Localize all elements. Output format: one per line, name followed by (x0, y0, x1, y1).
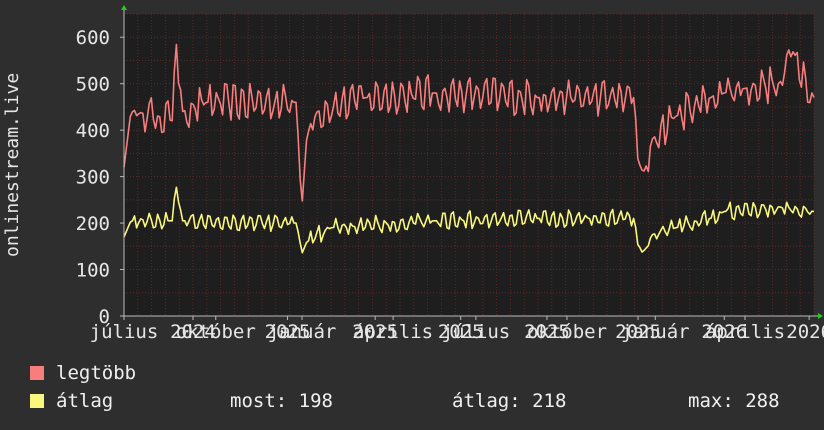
y-tick-label: 200 (76, 213, 110, 235)
x-tick-label: 2024 (170, 321, 216, 343)
x-tick-label: 2025 (352, 321, 398, 343)
y-tick-label: 600 (76, 27, 110, 49)
y-axis-arrow (121, 5, 127, 10)
x-tick-label: július (90, 321, 159, 343)
y-tick-label: 300 (76, 167, 110, 189)
x-axis-arrow (818, 313, 823, 319)
x-tick-label: 2026 (701, 321, 747, 343)
y-tick-label: 100 (76, 260, 110, 282)
stat-max: max: 288 (688, 390, 780, 412)
y-tick-label: 500 (76, 74, 110, 96)
stat-max-label: max: (688, 390, 734, 412)
stat-max-value: 288 (745, 390, 780, 412)
legend-swatch-max (30, 366, 44, 380)
y-axis-label: onlinestream.live (2, 72, 23, 258)
x-tick-label: 2026 (786, 321, 824, 343)
legend-label-max: legtöbb (56, 362, 137, 384)
legend-label-avg: átlag (56, 390, 114, 412)
stat-avg-label: átlag: (452, 390, 521, 412)
stat-avg-value: 218 (532, 390, 567, 412)
x-tick-label: 2025 (265, 321, 311, 343)
stat-now: most: 198 (230, 390, 333, 412)
x-tick-label: 2025 (438, 321, 484, 343)
stat-avg: átlag: 218 (452, 390, 566, 412)
legend-item-avg: átlag (30, 390, 113, 412)
y-tick-label: 400 (76, 120, 110, 142)
legend-item-max: legtöbb (30, 362, 136, 384)
x-tick-label: 2025 (524, 321, 570, 343)
x-tick-label: 2025 (615, 321, 661, 343)
legend-swatch-avg (30, 394, 44, 408)
stat-now-label: most: (230, 390, 288, 412)
stat-now-value: 198 (298, 390, 333, 412)
